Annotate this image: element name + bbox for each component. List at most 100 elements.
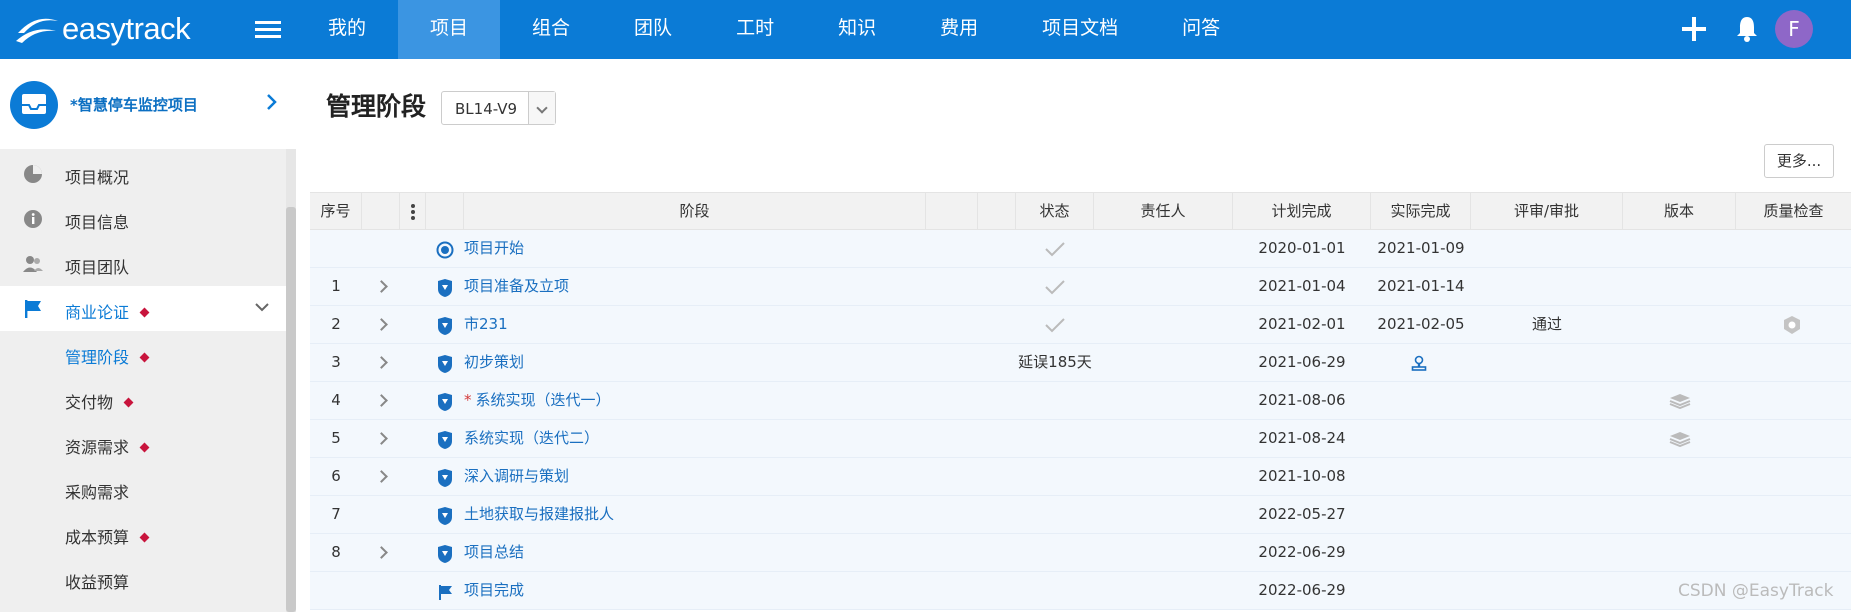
sidebar-subitem-label: 管理阶段 <box>65 344 150 368</box>
expand-chevron-icon[interactable] <box>375 432 388 445</box>
user-avatar[interactable]: F <box>1775 10 1813 48</box>
quality-shield-icon[interactable] <box>1783 315 1801 335</box>
sidebar-subitem-3[interactable]: 采购需求 <box>0 466 286 511</box>
table-body: 项目开始 2020-01-01 2021-01-09 1 项目准备及立项 2021-01-… <box>310 230 1851 610</box>
table-row[interactable]: 1 项目准备及立项 2021-01-04 2021-01-14 <box>310 268 1851 306</box>
header-stage[interactable]: 阶段 <box>464 193 926 230</box>
planned-date: 2021-10-08 <box>1258 467 1346 485</box>
stage-name[interactable]: 项目准备及立项 <box>464 268 924 306</box>
layers-icon[interactable] <box>1669 431 1691 447</box>
table-row[interactable]: 3 初步策划 延误185天 2021-06-29 <box>310 344 1851 382</box>
nav-item-3[interactable]: 团队 <box>602 0 704 59</box>
expand-chevron-icon[interactable] <box>375 280 388 293</box>
expand-chevron-icon[interactable] <box>375 356 388 369</box>
bell-icon[interactable] <box>1734 14 1760 42</box>
sidebar-item-2[interactable]: 项目团队 <box>0 241 286 286</box>
chevron-right-icon[interactable] <box>265 92 279 112</box>
stage-name[interactable]: 土地获取与报建报批人 <box>464 496 924 534</box>
chevron-down-icon[interactable] <box>528 92 555 124</box>
expand-chevron-icon[interactable] <box>375 470 388 483</box>
table-row[interactable]: 项目完成 2022-06-29 <box>310 572 1851 610</box>
stage-name[interactable]: 项目完成 <box>464 572 924 610</box>
header-owner[interactable]: 责任人 <box>1094 193 1233 230</box>
sidebar-subitem-1[interactable]: 交付物 <box>0 376 286 421</box>
sidebar-item-label: 项目概况 <box>65 168 130 187</box>
sidebar-subitem-4[interactable]: 成本预算 <box>0 511 286 556</box>
sidebar-item-3[interactable]: 商业论证 <box>0 286 286 331</box>
expand-chevron-icon[interactable] <box>375 546 388 559</box>
actual-date <box>1371 534 1471 572</box>
table-row[interactable]: 项目开始 2020-01-01 2021-01-09 <box>310 230 1851 268</box>
actual-date: 2021-01-14 <box>1377 277 1465 295</box>
stage-name[interactable]: 市231 <box>464 306 924 344</box>
actual-date <box>1371 382 1471 420</box>
project-name: *智慧停车监控项目 <box>70 96 198 114</box>
required-asterisk: * <box>464 391 472 409</box>
chevron-down-icon[interactable] <box>255 302 269 312</box>
sidebar-item-label: 项目团队 <box>65 258 130 277</box>
sidebar-scrollbar[interactable] <box>286 149 296 612</box>
review-status[interactable]: 通过 <box>1471 306 1623 344</box>
table-row[interactable]: 2 市231 2021-02-01 2021-02-05 通过 <box>310 306 1851 344</box>
more-button[interactable]: 更多... <box>1764 144 1834 178</box>
nav-item-2[interactable]: 组合 <box>500 0 602 59</box>
scrollbar-thumb[interactable] <box>286 207 296 612</box>
sidebar-subitem-5[interactable]: 收益预算 <box>0 556 286 601</box>
stamp-icon[interactable] <box>1411 355 1427 373</box>
project-switcher[interactable]: *智慧停车监控项目 <box>0 59 286 149</box>
row-index: 3 <box>331 353 341 371</box>
table-row[interactable]: 4 * 系统实现（迭代一） 2021-08-06 <box>310 382 1851 420</box>
sidebar-item-label: 商业论证 <box>65 299 150 323</box>
header-version[interactable]: 版本 <box>1623 193 1736 230</box>
stage-name[interactable]: 项目总结 <box>464 534 924 572</box>
sidebar-subitem-2[interactable]: 资源需求 <box>0 421 286 466</box>
add-icon[interactable] <box>1681 16 1707 42</box>
actual-date: 2021-02-05 <box>1377 315 1465 333</box>
stage-name[interactable]: 深入调研与策划 <box>464 458 924 496</box>
column-menu-header[interactable] <box>400 193 426 230</box>
expand-chevron-icon[interactable] <box>375 394 388 407</box>
app-logo[interactable]: easytrack <box>14 8 191 50</box>
nav-item-8[interactable]: 问答 <box>1150 0 1252 59</box>
version-select[interactable]: BL14-V9 <box>441 91 556 125</box>
header-actual[interactable]: 实际完成 <box>1371 193 1471 230</box>
actual-date <box>1371 496 1471 534</box>
required-marker-icon <box>123 397 134 408</box>
kebab-menu-icon[interactable] <box>410 203 416 221</box>
required-marker-icon <box>139 442 150 453</box>
logo-text: easytrack <box>62 11 191 46</box>
main-content: 管理阶段 BL14-V9 更多... 序号 阶段 状态 责任人 计划完成 实际完… <box>310 59 1851 612</box>
header-index: 序号 <box>310 193 362 230</box>
planned-date: 2021-08-06 <box>1258 391 1346 409</box>
table-row[interactable]: 7 土地获取与报建报批人 2022-05-27 <box>310 496 1851 534</box>
table-row[interactable]: 6 深入调研与策划 2021-10-08 <box>310 458 1851 496</box>
nav-item-6[interactable]: 费用 <box>908 0 1010 59</box>
nav-item-5[interactable]: 知识 <box>806 0 908 59</box>
sidebar-item-0[interactable]: 项目概况 <box>0 151 286 196</box>
layers-icon[interactable] <box>1669 393 1691 409</box>
sidebar-subitem-label: 交付物 <box>65 389 134 413</box>
header-status[interactable]: 状态 <box>1016 193 1094 230</box>
sidebar-subitem-0[interactable]: 管理阶段 <box>0 331 286 376</box>
stage-name[interactable]: * 系统实现（迭代一） <box>464 382 924 420</box>
table-row[interactable]: 5 系统实现（迭代二） 2021-08-24 <box>310 420 1851 458</box>
table-row[interactable]: 8 项目总结 2022-06-29 <box>310 534 1851 572</box>
menu-toggle-icon[interactable] <box>255 17 281 43</box>
stage-name[interactable]: 初步策划 <box>464 344 924 382</box>
planned-date: 2022-06-29 <box>1258 543 1346 561</box>
planned-date: 2021-01-04 <box>1258 277 1346 295</box>
header-planned[interactable]: 计划完成 <box>1233 193 1371 230</box>
stage-name[interactable]: 项目开始 <box>464 230 924 268</box>
expand-chevron-icon[interactable] <box>375 318 388 331</box>
header-review[interactable]: 评审/审批 <box>1471 193 1623 230</box>
row-index: 4 <box>331 391 341 409</box>
nav-item-1[interactable]: 项目 <box>398 0 501 59</box>
row-index: 5 <box>331 429 341 447</box>
nav-item-4[interactable]: 工时 <box>704 0 806 59</box>
nav-item-0[interactable]: 我的 <box>296 0 398 59</box>
stage-name[interactable]: 系统实现（迭代二） <box>464 420 924 458</box>
actual-date <box>1371 572 1471 610</box>
nav-item-7[interactable]: 项目文档 <box>1010 0 1150 59</box>
sidebar-item-1[interactable]: 项目信息 <box>0 196 286 241</box>
header-quality[interactable]: 质量检查 <box>1736 193 1851 230</box>
